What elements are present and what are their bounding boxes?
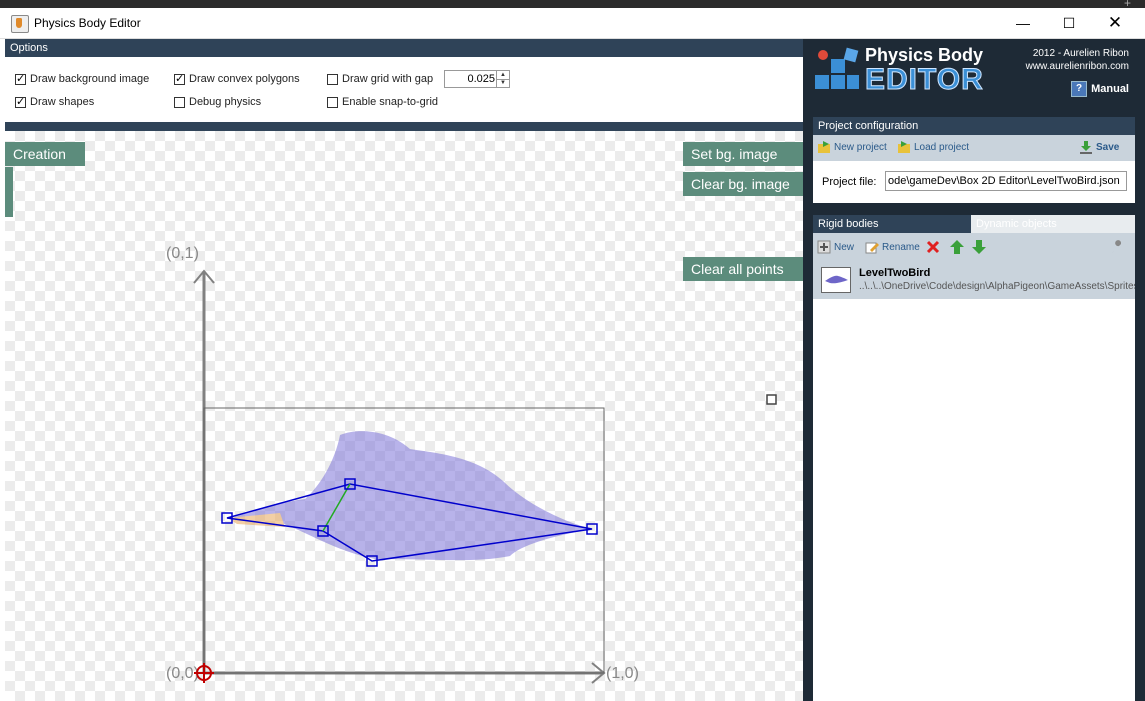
options-divider — [5, 122, 803, 131]
draw-shapes-checkbox[interactable]: Draw shapes — [15, 95, 95, 108]
logo-banner: Physics Body EDITOR 2012 - Aurelien Ribo… — [803, 39, 1145, 111]
checkbox-box[interactable] — [15, 72, 26, 85]
bodies-toolbar: New Rename — [813, 233, 1135, 261]
draw-convex-polygons-checkbox[interactable]: Draw convex polygons — [174, 72, 300, 85]
project-file-field[interactable]: ode\gameDev\Box 2D Editor\LevelTwoBird.j… — [885, 171, 1127, 191]
maximize-button[interactable]: ☐ — [1046, 8, 1092, 38]
right-panel: Physics Body EDITOR 2012 - Aurelien Ribo… — [803, 39, 1145, 701]
new-body-label: New — [834, 241, 855, 253]
new-project-label: New project — [834, 141, 887, 153]
help-icon: ? — [1071, 81, 1088, 97]
bird-thumbnail-icon — [825, 275, 848, 284]
project-file-label: Project file: — [822, 176, 877, 188]
checkbox-label: Draw convex polygons — [189, 73, 300, 85]
minimize-button[interactable]: — — [1000, 8, 1046, 38]
options-header: Options — [5, 39, 803, 57]
project-config-header: Project configuration — [813, 117, 1135, 135]
checkbox-label: Draw grid with gap — [342, 73, 434, 85]
close-button[interactable]: ✕ — [1092, 8, 1138, 38]
new-project-button[interactable]: New project — [817, 140, 887, 154]
add-icon — [817, 240, 831, 254]
checkbox-label: Enable snap-to-grid — [342, 96, 439, 108]
app-window: Physics Body Editor — ☐ ✕ Options Draw b… — [0, 8, 1145, 701]
canvas-drawing — [193, 269, 777, 684]
body-name: LevelTwoBird — [859, 267, 931, 279]
project-toolbar: New project Load project Save — [813, 135, 1135, 161]
wrench-icon[interactable] — [1109, 239, 1125, 255]
rename-pencil-icon — [865, 242, 879, 254]
copyright-text: 2012 - Aurelien Ribon — [1032, 48, 1129, 59]
checkbox-box[interactable] — [15, 95, 26, 108]
rename-body-button[interactable]: Rename — [865, 240, 920, 254]
save-icon — [1080, 141, 1092, 154]
options-panel: Draw background image Draw shapes Draw c… — [5, 57, 803, 122]
draw-background-image-checkbox[interactable]: Draw background image — [15, 72, 150, 85]
top-strip: + — [0, 0, 1145, 10]
debug-physics-checkbox[interactable]: Debug physics — [174, 96, 261, 108]
checkbox-label: Draw background image — [30, 73, 150, 85]
save-label: Save — [1096, 141, 1120, 153]
checkbox-label: Draw shapes — [30, 96, 95, 108]
draw-grid-checkbox[interactable]: Draw grid with gap — [327, 73, 433, 85]
snap-to-grid-checkbox[interactable]: Enable snap-to-grid — [327, 96, 438, 108]
cubes-logo-icon — [815, 47, 859, 89]
checkbox-label: Debug physics — [189, 96, 262, 108]
window-title: Physics Body Editor — [34, 16, 141, 30]
move-up-icon[interactable] — [949, 239, 965, 255]
save-button[interactable]: Save — [1079, 140, 1119, 154]
manual-button[interactable]: ? Manual — [1071, 81, 1129, 97]
cursor-handle[interactable] — [766, 394, 777, 405]
checkbox-box[interactable] — [174, 96, 185, 108]
load-project-button[interactable]: Load project — [897, 140, 969, 154]
move-down-icon[interactable] — [971, 239, 987, 255]
delete-icon[interactable] — [926, 240, 940, 254]
rename-body-label: Rename — [882, 241, 920, 253]
java-app-icon — [11, 15, 29, 33]
editor-area: Options Draw background image Draw shape… — [5, 39, 803, 701]
new-folder-icon — [818, 141, 830, 153]
website-link[interactable]: www.aurelienribon.com — [1026, 60, 1129, 73]
new-body-button[interactable]: New — [817, 240, 854, 254]
origin-crosshair-icon — [194, 663, 214, 683]
bodies-list: LevelTwoBird ..\..\..\OneDrive\Code\desi… — [813, 261, 1135, 701]
checkbox-box[interactable] — [327, 96, 338, 108]
grid-gap-value[interactable]: 0.025 — [447, 73, 495, 85]
logo-credits: 2012 - Aurelien Ribon www.aurelienribon.… — [1026, 47, 1129, 73]
body-path: ..\..\..\OneDrive\Code\design\AlphaPigeo… — [859, 281, 1135, 292]
project-file-row: Project file: ode\gameDev\Box 2D Editor\… — [813, 161, 1135, 203]
canvas[interactable]: Creation Set bg. image Clear bg. image C… — [5, 131, 803, 701]
bodies-tabs: Rigid bodies Dynamic objects — [813, 215, 1135, 233]
tab-dynamic-objects[interactable]: Dynamic objects — [971, 215, 1135, 233]
load-project-label: Load project — [914, 141, 970, 153]
open-folder-icon — [898, 141, 910, 153]
title-bar: Physics Body Editor — ☐ ✕ — [0, 8, 1145, 39]
body-thumbnail — [821, 267, 851, 293]
tab-rigid-bodies[interactable]: Rigid bodies — [813, 215, 971, 233]
spin-down-icon[interactable]: ▼ — [496, 79, 509, 87]
list-item[interactable]: LevelTwoBird ..\..\..\OneDrive\Code\desi… — [813, 261, 1135, 299]
manual-label: Manual — [1091, 83, 1129, 95]
checkbox-box[interactable] — [174, 72, 185, 85]
checkbox-box[interactable] — [327, 73, 338, 85]
grid-gap-spinner[interactable]: 0.025 ▲ ▼ — [444, 70, 510, 88]
logo-editor-text: EDITOR — [865, 63, 984, 97]
